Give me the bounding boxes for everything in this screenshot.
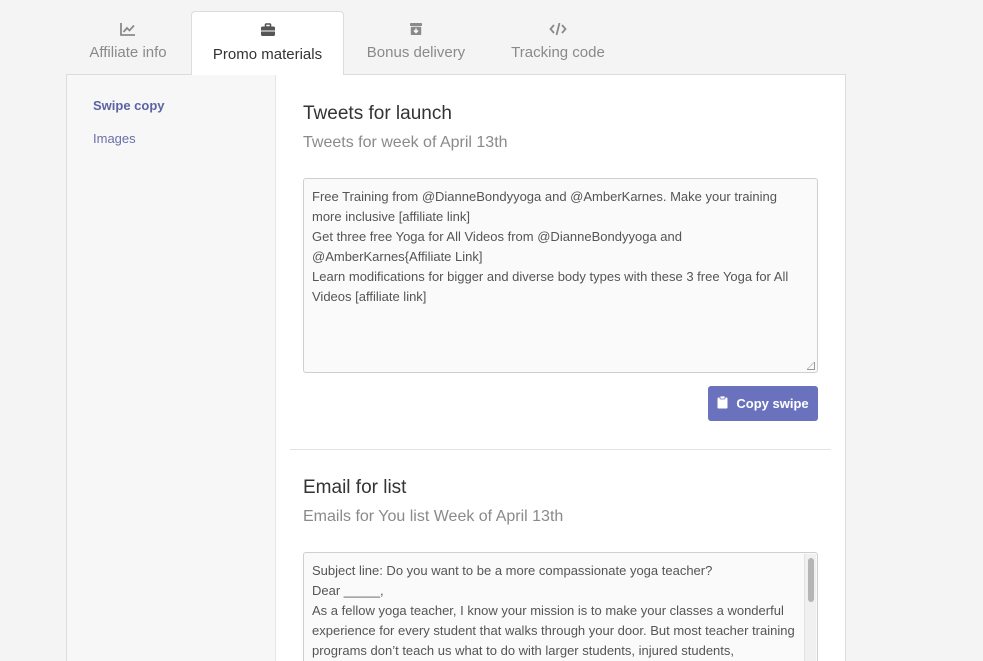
tweets-swipe-textarea[interactable]: Free Training from @DianneBondyyoga and … <box>303 178 818 373</box>
main-content: Tweets for launch Tweets for week of Apr… <box>277 75 845 661</box>
copy-swipe-button[interactable]: Copy swipe <box>708 386 818 421</box>
swipe-line: Free Training from @DianneBondyyoga and … <box>312 189 778 224</box>
email-swipe-textarea[interactable]: Subject line: Do you want to be a more c… <box>303 552 818 661</box>
gift-box-icon <box>409 20 423 38</box>
sidebar-item-images[interactable]: Images <box>93 131 136 146</box>
section-title: Email for list <box>303 477 407 498</box>
swipe-line: Dear _____, <box>312 583 384 598</box>
section-title: Tweets for launch <box>303 103 452 124</box>
swipe-line: Get three free Yoga for All Videos from … <box>312 229 682 264</box>
code-icon <box>549 20 567 38</box>
tab-bar: Affiliate info Promo materials Bonus del… <box>66 11 846 75</box>
sidebar: Swipe copy Images <box>67 75 276 661</box>
sidebar-item-swipe-copy[interactable]: Swipe copy <box>93 98 165 113</box>
swipe-line: Learn modifications for bigger and diver… <box>312 269 789 304</box>
tab-tracking-code[interactable]: Tracking code <box>498 11 618 75</box>
tab-label: Tracking code <box>511 44 605 61</box>
briefcase-icon <box>260 21 276 39</box>
scrollbar-thumb[interactable] <box>808 558 814 602</box>
resize-handle[interactable] <box>807 362 815 370</box>
section-divider <box>290 449 831 450</box>
tab-label: Promo materials <box>212 46 323 63</box>
tab-bonus-delivery[interactable]: Bonus delivery <box>356 11 476 75</box>
promo-materials-panel: Swipe copy Images Tweets for launch Twee… <box>66 74 846 661</box>
copy-swipe-label: Copy swipe <box>736 396 809 411</box>
tab-affiliate-info[interactable]: Affiliate info <box>66 11 190 75</box>
section-subtitle: Emails for You list Week of April 13th <box>303 508 564 525</box>
chart-line-icon <box>120 20 136 38</box>
section-subtitle: Tweets for week of April 13th <box>303 134 508 151</box>
tab-label: Bonus delivery <box>366 44 466 61</box>
scrollbar[interactable] <box>804 554 816 661</box>
swipe-line: Subject line: Do you want to be a more c… <box>312 563 713 578</box>
tab-promo-materials[interactable]: Promo materials <box>191 11 344 75</box>
clipboard-icon <box>717 395 728 412</box>
tab-label: Affiliate info <box>89 44 167 61</box>
swipe-line: As a fellow yoga teacher, I know your mi… <box>312 603 795 658</box>
